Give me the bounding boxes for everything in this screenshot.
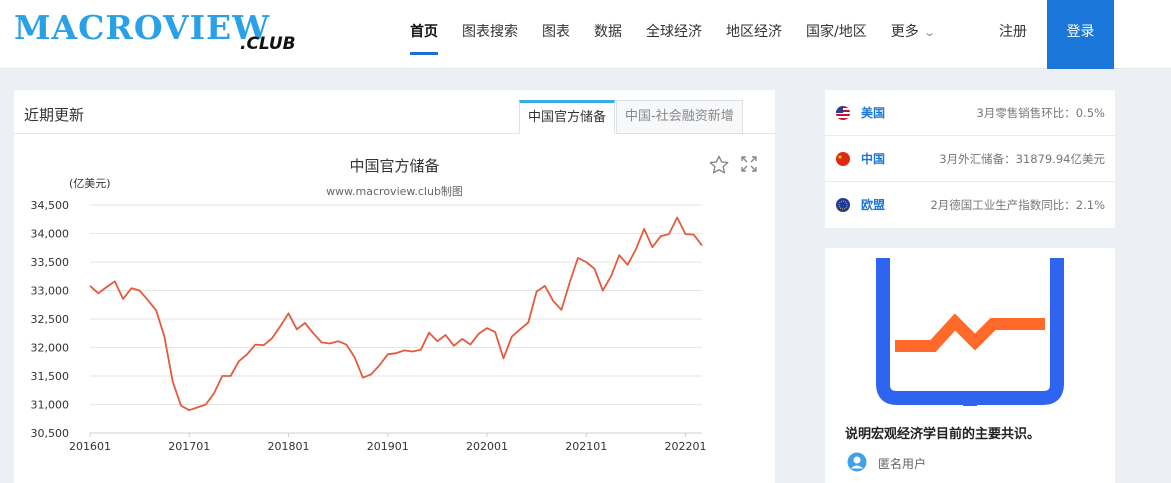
news-text: 2月德国工业生产指数同比：2.1% <box>930 198 1105 212</box>
y-tick-label: 32,500 <box>31 313 70 326</box>
y-tick-label: 34,500 <box>31 199 70 212</box>
x-tick-label: 201901 <box>367 440 409 453</box>
cn-flag-icon <box>836 152 850 166</box>
nav-global-economy[interactable]: 全球经济 <box>634 0 714 69</box>
chart-title: 中国官方储备 <box>349 157 440 175</box>
tab-china-social-financing[interactable]: 中国-社会融资新增 <box>616 100 743 134</box>
news-country: 中国 <box>861 152 886 166</box>
nav-chart-search[interactable]: 图表搜索 <box>450 0 530 69</box>
panel-header: 近期更新 中国官方储备 中国-社会融资新增 <box>14 90 775 134</box>
expand-icon[interactable] <box>740 155 758 173</box>
y-tick-label: 31,500 <box>31 370 70 383</box>
signup-link[interactable]: 注册 <box>984 0 1042 69</box>
star-icon[interactable] <box>708 154 730 176</box>
x-tick-label: 202001 <box>466 440 508 453</box>
chart-subtitle: www.macroview.club制图 <box>326 185 463 198</box>
x-tick-label: 202101 <box>565 440 607 453</box>
logo-sub-text: .CLUB <box>240 34 296 54</box>
card-title: 说明宏观经济学目前的主要共识。 <box>845 427 1041 442</box>
us-flag-icon <box>836 106 850 120</box>
news-list: 美国 3月零售销售环比：0.5% 中国 3月外汇储备：31879.94亿美元 欧… <box>825 90 1115 228</box>
x-tick-label: 201701 <box>168 440 210 453</box>
y-tick-label: 33,500 <box>31 256 70 269</box>
nav-more[interactable]: 更多 ⌄ <box>879 0 946 69</box>
main-nav: 首页 图表搜索 图表 数据 全球经济 地区经济 国家/地区 更多 ⌄ <box>398 0 946 69</box>
nav-charts[interactable]: 图表 <box>530 0 582 69</box>
y-tick-label: 31,000 <box>31 399 70 412</box>
y-tick-label: 30,500 <box>31 427 70 440</box>
news-text: 3月外汇储备：31879.94亿美元 <box>939 152 1105 166</box>
news-country: 美国 <box>861 106 886 120</box>
chart-area: (亿美元) 34,500 34,000 33,500 33,000 32,500 32,00… <box>14 135 775 483</box>
site-logo[interactable]: MACROVIEW .CLUB <box>14 8 304 60</box>
nav-more-label: 更多 <box>890 24 919 40</box>
nav-data[interactable]: 数据 <box>582 0 634 69</box>
chart-tabs: 中国官方储备 中国-社会融资新增 <box>519 100 744 134</box>
news-item[interactable]: 美国 3月零售销售环比：0.5% <box>825 90 1115 136</box>
x-tick-label: 201801 <box>267 440 309 453</box>
news-item[interactable]: 中国 3月外汇储备：31879.94亿美元 <box>825 136 1115 182</box>
login-button[interactable]: 登录 <box>1047 0 1114 69</box>
y-tick-label: 34,000 <box>31 228 70 241</box>
nav-home[interactable]: 首页 <box>398 0 450 69</box>
nav-regional-economy[interactable]: 地区经济 <box>714 0 794 69</box>
article-card[interactable]: 说明宏观经济学目前的主要共识。 匿名用户 <box>825 248 1115 483</box>
logo-main-text: MACROVIEW <box>14 8 271 47</box>
card-author: 匿名用户 <box>878 457 927 471</box>
top-header: MACROVIEW .CLUB 首页 图表搜索 图表 数据 全球经济 地区经济 … <box>0 0 1171 69</box>
avatar-icon <box>847 452 867 472</box>
pulse-screen-icon <box>876 258 1064 406</box>
eu-flag-icon <box>836 198 850 212</box>
recent-updates-panel: 近期更新 中国官方储备 中国-社会融资新增 (亿美元) 34,500 34,000 3… <box>14 90 775 483</box>
chevron-down-icon: ⌄ <box>922 26 936 39</box>
series-line <box>89 216 703 412</box>
news-text: 3月零售销售环比：0.5% <box>976 106 1105 120</box>
news-item[interactable]: 欧盟 2月德国工业生产指数同比：2.1% <box>825 182 1115 228</box>
y-tick-label: 32,000 <box>31 342 70 355</box>
panel-title: 近期更新 <box>24 106 85 124</box>
nav-country-region[interactable]: 国家/地区 <box>794 0 879 69</box>
x-tick-label: 202201 <box>664 440 706 453</box>
x-tick-label: 201601 <box>69 440 111 453</box>
tab-china-official-reserves[interactable]: 中国官方储备 <box>519 100 616 134</box>
news-country: 欧盟 <box>861 198 886 212</box>
y-tick-label: 33,000 <box>31 285 70 298</box>
